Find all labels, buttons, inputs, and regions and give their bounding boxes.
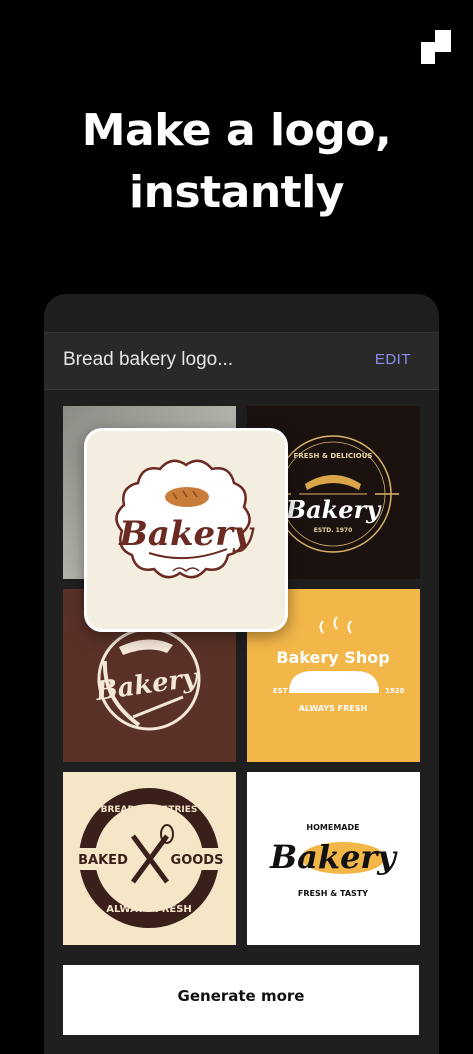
- shop-tagline: ALWAYS FRESH: [299, 704, 367, 713]
- featured-logo-card[interactable]: Bakery: [84, 428, 288, 632]
- wheat-word: Bakery: [93, 663, 201, 707]
- app-logo-icon: [417, 28, 457, 68]
- logo-tile-homemade[interactable]: HOMEMADE Bakery FRESH & TASTY: [247, 772, 420, 945]
- vintage-est: ESTD. 1970: [314, 527, 353, 534]
- headline-line-2: instantly: [129, 167, 344, 218]
- homemade-top: HOMEMADE: [306, 823, 359, 832]
- vintage-word: Bakery: [285, 495, 382, 524]
- shop-year: 1920: [385, 687, 405, 695]
- edit-button[interactable]: EDIT: [375, 351, 411, 368]
- featured-word: Bakery: [118, 514, 255, 554]
- page-headline: Make a logo, instantly: [0, 100, 473, 224]
- homemade-tagline: FRESH & TASTY: [298, 889, 368, 898]
- baked-top-text: BREAD & PASTRIES: [101, 805, 198, 815]
- prompt-text: Bread bakery logo...: [63, 349, 234, 370]
- generate-more-button[interactable]: Generate more: [63, 965, 419, 1035]
- baked-right-text: GOODS: [171, 853, 224, 868]
- baked-bottom-text: ALWAYS FRESH: [106, 904, 192, 915]
- headline-line-1: Make a logo,: [81, 105, 392, 156]
- homemade-word: Bakery: [269, 838, 398, 876]
- shop-word: Bakery Shop: [276, 648, 389, 667]
- phone-mockup: Bread bakery logo... EDIT FRESH & DELICI…: [44, 294, 439, 1054]
- vintage-arc-text: FRESH & DELICIOUS: [294, 452, 373, 460]
- shop-est: EST: [273, 687, 288, 695]
- logo-tile-baked-goods[interactable]: BREAD & PASTRIES BAKED GOODS ALWAYS FRES…: [63, 772, 236, 945]
- prompt-bar[interactable]: Bread bakery logo... EDIT: [44, 332, 439, 390]
- baked-left-text: BAKED: [78, 853, 128, 868]
